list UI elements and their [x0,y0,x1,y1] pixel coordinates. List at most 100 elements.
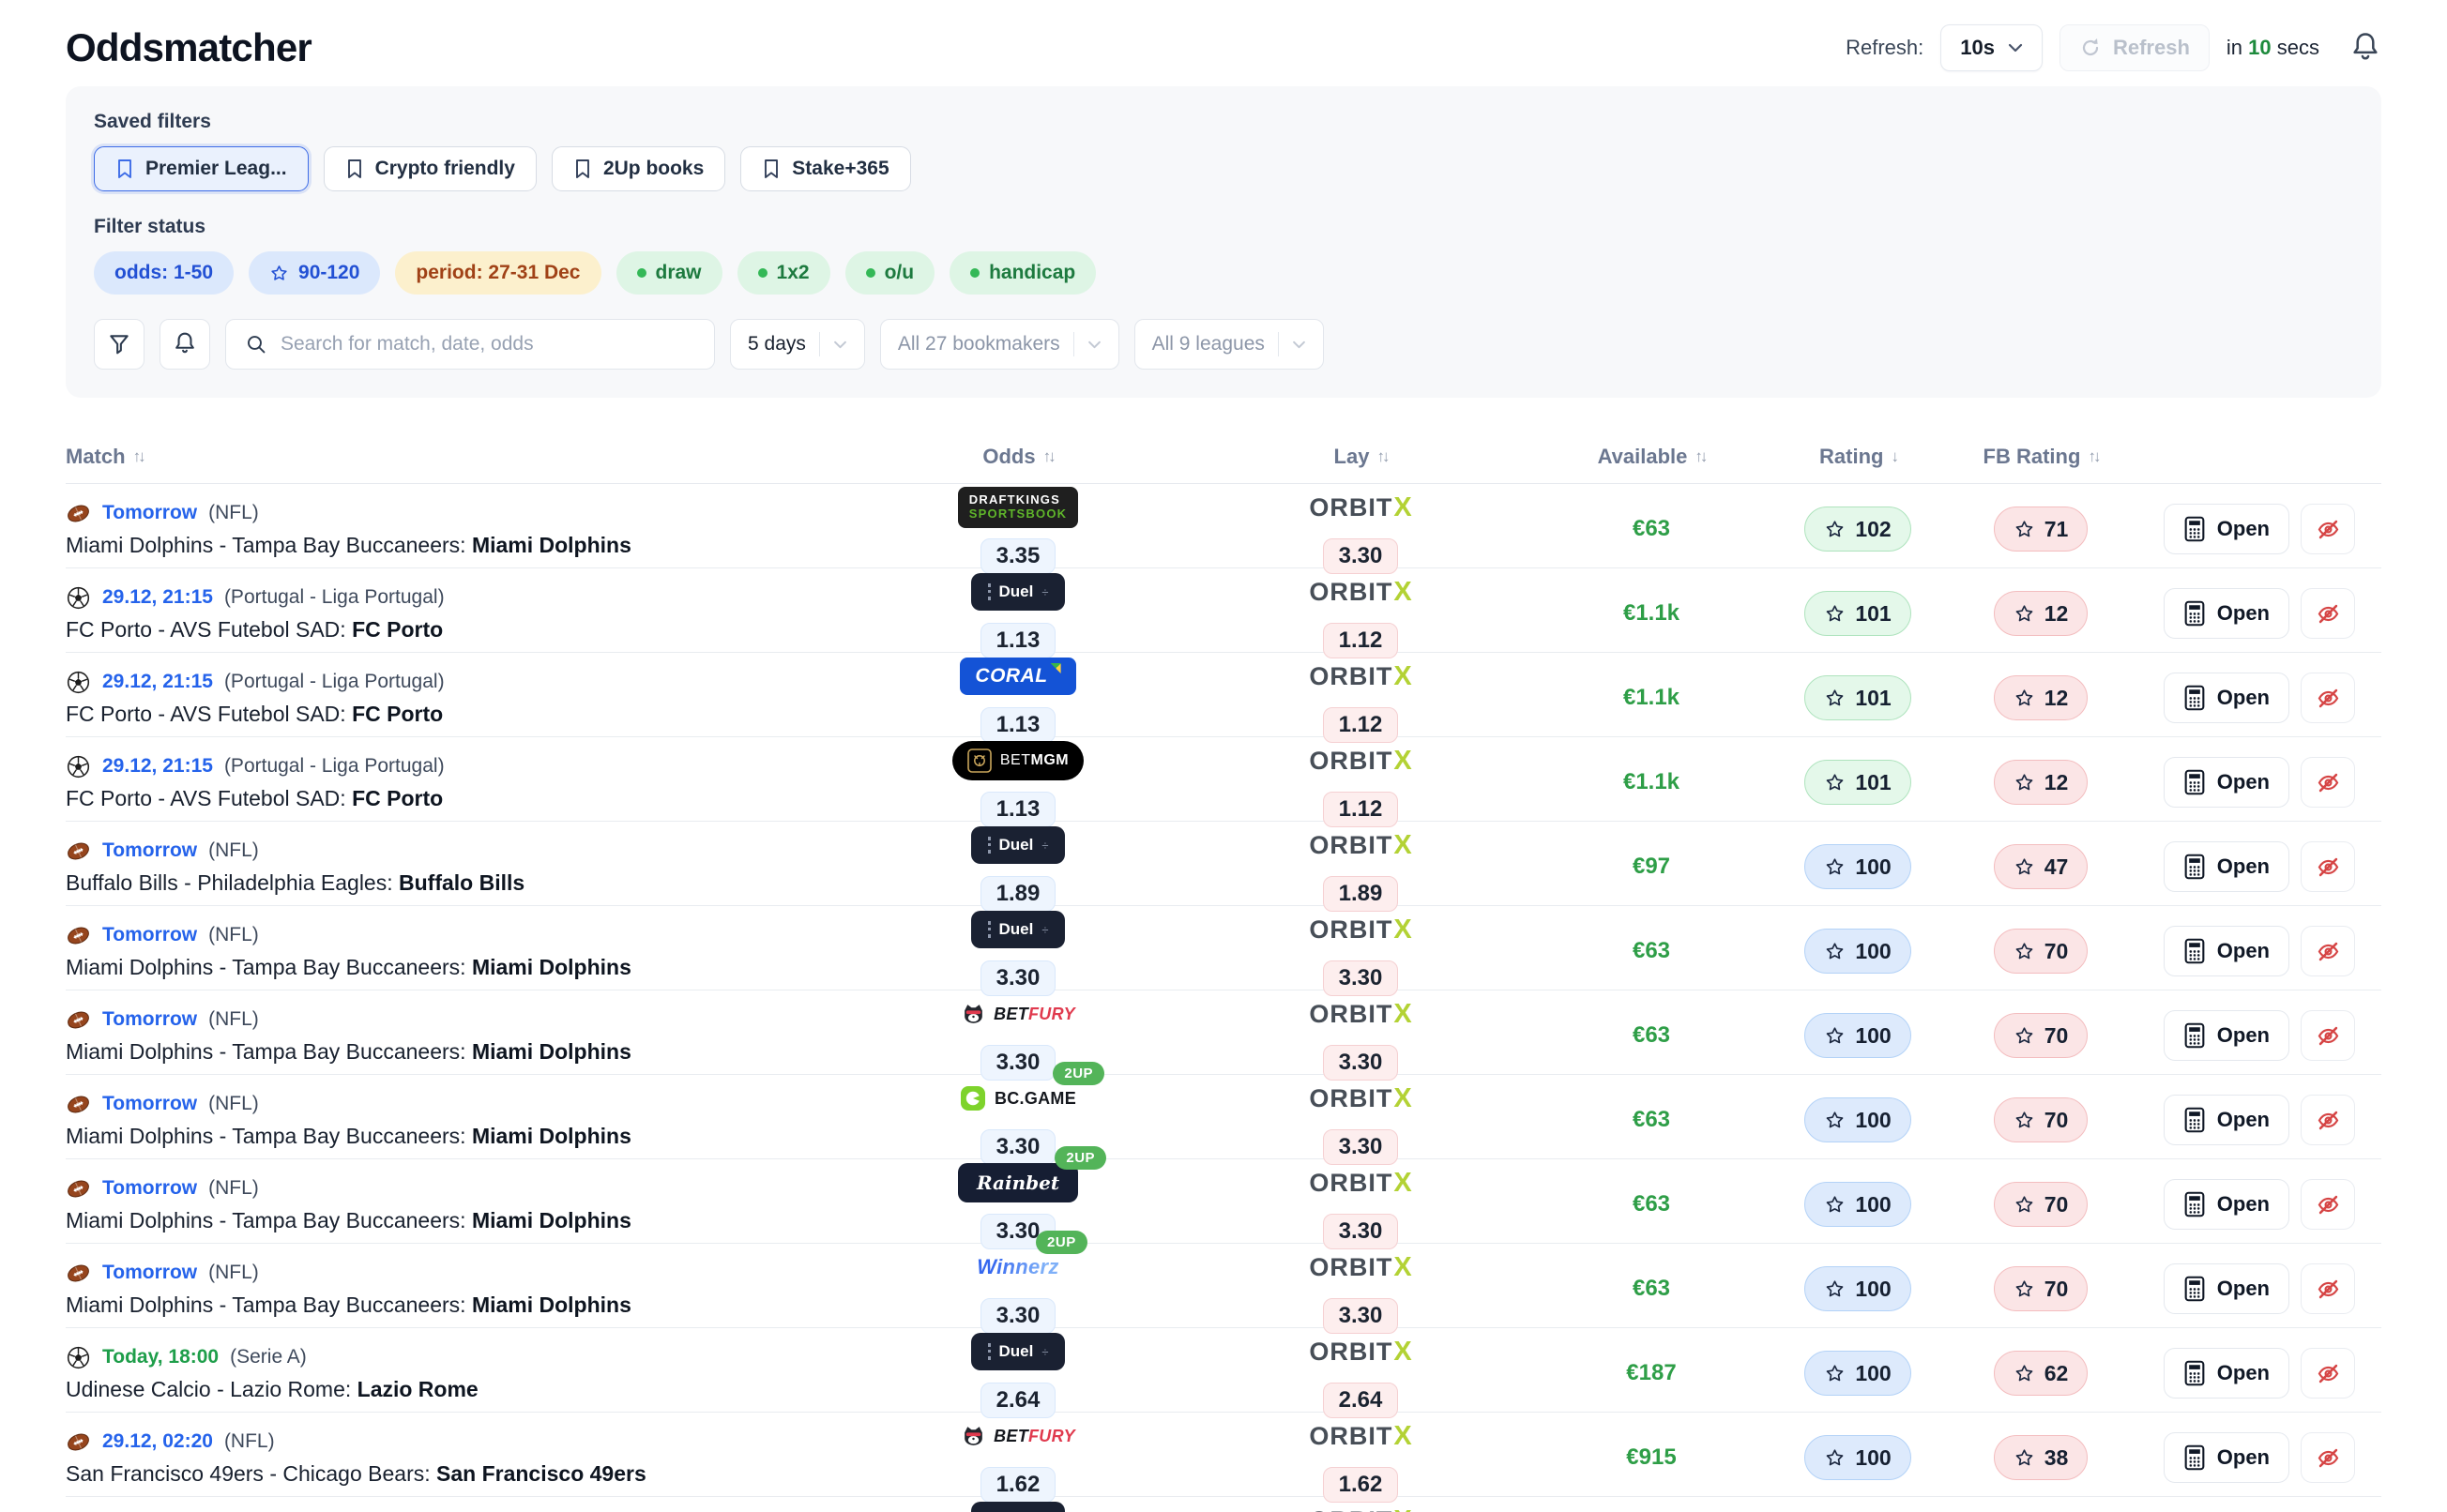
row-actions: Open [2106,588,2381,639]
refresh-interval-select[interactable]: 10s [1940,24,2043,71]
hide-row-button[interactable] [2301,1432,2355,1483]
match-time-link[interactable]: Tomorrow [102,502,197,524]
refresh-button[interactable]: Refresh [2059,24,2210,71]
open-calculator-button[interactable]: Open [2164,841,2289,892]
hide-row-button[interactable] [2301,504,2355,554]
orbitx-logo: ORBITX [1309,999,1411,1030]
saved-filter-chip[interactable]: Crypto friendly [324,146,537,191]
hide-row-button[interactable] [2301,841,2355,892]
alert-bell-button[interactable] [160,319,210,370]
column-header-odds[interactable]: Odds↑↓ [877,445,1159,469]
open-calculator-button[interactable]: Open [2164,673,2289,723]
match-time-link[interactable]: 29.12, 02:20 [102,1430,213,1453]
match-name: Buffalo Bills - Philadelphia Eagles: Buf… [66,870,877,896]
open-button-label: Open [2217,1108,2270,1132]
star-icon [2014,603,2035,625]
filter-status-pill[interactable]: period: 27-31 Dec [395,251,600,295]
eye-off-icon [2316,1445,2341,1471]
open-button-label: Open [2217,1445,2270,1470]
hide-row-button[interactable] [2301,926,2355,976]
open-calculator-button[interactable]: Open [2164,926,2289,976]
refresh-icon [2079,37,2102,59]
eye-off-icon [2316,517,2341,542]
american-football-icon [66,1429,91,1455]
open-calculator-button[interactable]: Open [2164,757,2289,808]
match-time-link[interactable]: Today, 18:00 [102,1346,219,1368]
available-amount: €63 [1562,1276,1740,1302]
status-dot [758,268,768,278]
match-time-link[interactable]: 29.12, 21:15 [102,671,213,693]
open-calculator-button[interactable]: Open [2164,1263,2289,1314]
american-football-icon [66,923,91,948]
calculator-icon [2183,769,2206,795]
saved-filters-label: Saved filters [94,111,2353,133]
match-time-link[interactable]: Tomorrow [102,1262,197,1284]
open-calculator-button[interactable]: Open [2164,1432,2289,1483]
rating-badge: 100 [1804,1182,1910,1227]
toolbar-select[interactable]: All 9 leagues [1134,319,1324,370]
open-calculator-button[interactable]: Open [2164,1348,2289,1399]
fb-rating-badge: 70 [1994,1097,2089,1142]
saved-filter-chip[interactable]: Stake+365 [740,146,910,191]
filter-status-pill[interactable]: 1x2 [737,251,830,295]
saved-filter-chip[interactable]: Premier Leag... [94,146,309,191]
match-time-link[interactable]: Tomorrow [102,1093,197,1115]
row-actions: Open [2106,1010,2381,1061]
fb-rating-badge: 47 [1994,844,2089,889]
hide-row-button[interactable] [2301,1263,2355,1314]
fb-rating-badge: 70 [1994,929,2089,974]
open-calculator-button[interactable]: Open [2164,504,2289,554]
search-input[interactable] [281,333,695,355]
saved-filter-chip[interactable]: 2Up books [552,146,725,191]
match-time-link[interactable]: Tomorrow [102,1008,197,1031]
rating-badge: 101 [1804,675,1910,720]
filter-status-pill[interactable]: draw [616,251,722,295]
filter-status-pill[interactable]: handicap [950,251,1096,295]
toolbar-select[interactable]: All 27 bookmakers [880,319,1119,370]
hide-row-button[interactable] [2301,1095,2355,1145]
match-time-link[interactable]: Tomorrow [102,1177,197,1200]
bookmark-icon [762,159,781,179]
filter-status-pill[interactable]: o/u [845,251,935,295]
column-header-lay[interactable]: Lay↑↓ [1159,445,1562,469]
column-header-rating[interactable]: Rating↓ [1740,445,1975,469]
soccer-ball-icon [66,670,91,695]
open-calculator-button[interactable]: Open [2164,1095,2289,1145]
column-header-fb-rating[interactable]: FB Rating↑↓ [1975,445,2106,469]
match-cell: 29.12, 02:20 (NFL) San Francisco 49ers -… [66,1429,877,1487]
toolbar-select[interactable]: 5 days [730,319,865,370]
orbitx-logo: ORBITX [1309,1337,1411,1368]
star-icon [2014,856,2035,878]
match-time-link[interactable]: 29.12, 21:15 [102,586,213,609]
star-icon [2014,772,2035,794]
star-icon [2014,1025,2035,1047]
bookmark-icon [573,159,592,179]
duelbits-logo: Duel÷ [971,573,1066,611]
column-header-match[interactable]: Match↑↓ [66,445,877,469]
hide-row-button[interactable] [2301,1179,2355,1230]
bell-icon[interactable] [2349,31,2381,65]
hide-row-button[interactable] [2301,757,2355,808]
hide-row-button[interactable] [2301,1010,2355,1061]
match-league: (NFL) [224,1430,275,1453]
bell-icon [173,331,197,357]
open-calculator-button[interactable]: Open [2164,588,2289,639]
match-time-link[interactable]: Tomorrow [102,924,197,946]
filter-status-pill[interactable]: 90-120 [249,251,380,295]
rating-badge: 101 [1804,591,1910,636]
match-name: Miami Dolphins - Tampa Bay Buccaneers: M… [66,1039,877,1065]
open-calculator-button[interactable]: Open [2164,1179,2289,1230]
open-calculator-button[interactable]: Open [2164,1010,2289,1061]
duelbits-logo: Duel÷ [971,826,1066,864]
row-actions: Open [2106,1432,2381,1483]
match-cell: Tomorrow (NFL) Miami Dolphins - Tampa Ba… [66,1176,877,1233]
match-time-link[interactable]: 29.12, 21:15 [102,755,213,778]
lay-odds-cell: ORBITX 3.30 [1159,1244,1562,1334]
filter-funnel-button[interactable] [94,319,144,370]
filter-status-pill[interactable]: odds: 1-50 [94,251,234,295]
hide-row-button[interactable] [2301,1348,2355,1399]
match-time-link[interactable]: Tomorrow [102,839,197,862]
column-header-available[interactable]: Available↑↓ [1562,445,1740,469]
hide-row-button[interactable] [2301,673,2355,723]
hide-row-button[interactable] [2301,588,2355,639]
